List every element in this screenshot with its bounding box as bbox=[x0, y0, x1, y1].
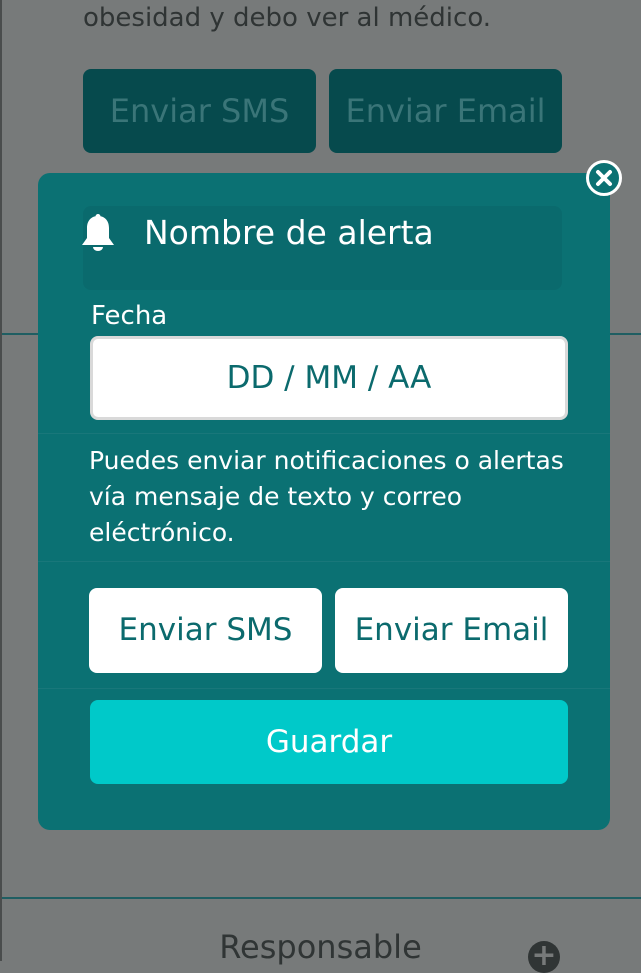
modal-description: Puedes enviar notificaciones o alertas v… bbox=[89, 446, 564, 547]
background-sms-button: Enviar SMS bbox=[83, 69, 316, 153]
background-email-button: Enviar Email bbox=[329, 69, 562, 153]
background-text: obesidad y debo ver al médico. bbox=[83, 3, 492, 33]
modal-title: Nombre de alerta bbox=[144, 213, 434, 252]
send-email-button[interactable]: Enviar Email bbox=[335, 588, 568, 673]
ghost-divider bbox=[38, 688, 610, 689]
plus-circle-icon: + bbox=[528, 941, 560, 973]
ghost-divider bbox=[38, 561, 610, 562]
send-sms-button[interactable]: Enviar SMS bbox=[89, 588, 322, 673]
close-icon[interactable] bbox=[586, 160, 622, 196]
ghost-divider bbox=[38, 433, 610, 434]
bell-icon bbox=[80, 213, 116, 253]
date-label: Fecha bbox=[91, 301, 168, 331]
frame-edge bbox=[0, 0, 2, 961]
divider bbox=[2, 897, 641, 899]
alert-modal: Nombre de alerta Fecha Puedes enviar not… bbox=[38, 173, 610, 830]
date-input[interactable] bbox=[90, 336, 568, 420]
save-button[interactable]: Guardar bbox=[90, 700, 568, 784]
